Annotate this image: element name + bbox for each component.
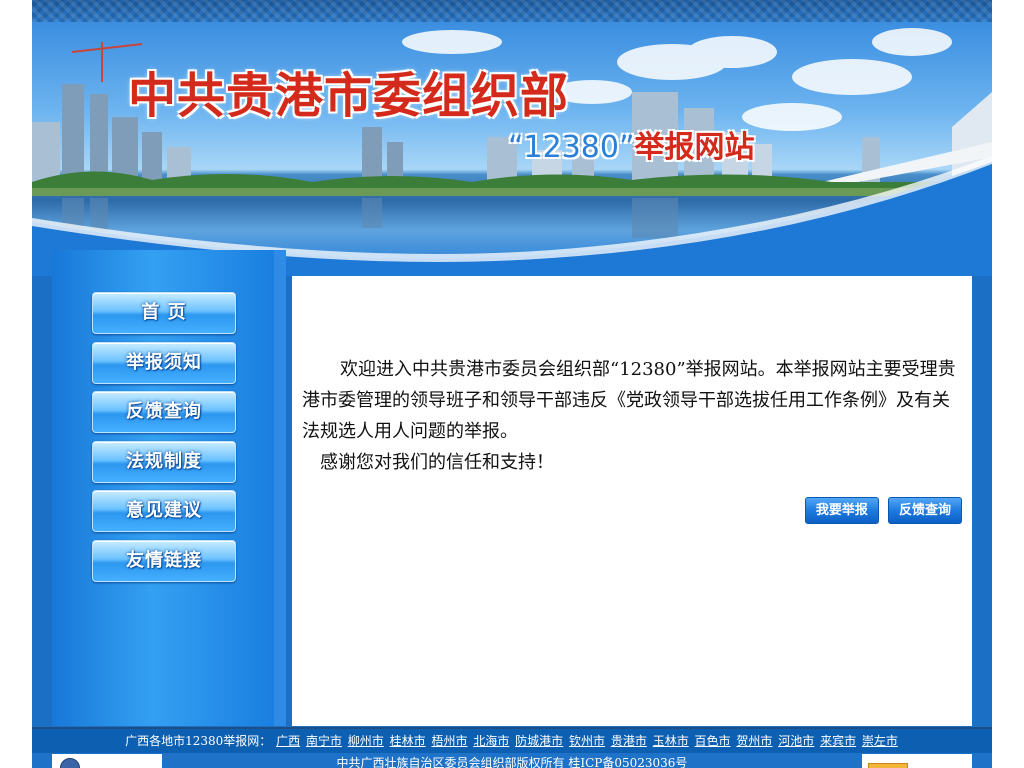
city-link-fangchenggang[interactable]: 防城港市 [515, 734, 563, 748]
city-link-guilin[interactable]: 桂林市 [390, 734, 426, 748]
city-link-nanning[interactable]: 南宁市 [306, 734, 342, 748]
report-button[interactable]: 我要举报 [804, 497, 879, 524]
city-link-hezhou[interactable]: 贺州市 [736, 734, 772, 748]
nav-report-notice-button[interactable]: 举报须知 [92, 342, 236, 384]
city-links-bar: 广西各地市12380举报网： 广西 南宁市 柳州市 桂林市 梧州市 北海市 防城… [32, 727, 992, 753]
city-link-beihai[interactable]: 北海市 [473, 734, 509, 748]
footer-right-badge[interactable] [862, 754, 972, 768]
city-link-guangxi[interactable]: 广西 [276, 734, 300, 748]
site-title: 中共贵港市委组织部 [128, 68, 570, 124]
thanks-paragraph: 感谢您对我们的信任和支持！ [320, 452, 554, 473]
header-banner: 中共贵港市委组织部 “12380”举报网站 [32, 22, 992, 276]
intro-paragraph: 欢迎进入中共贵港市委员会组织部“12380”举报网站。本举报网站主要受理贵港市委… [302, 359, 956, 442]
city-link-chongzuo[interactable]: 崇左市 [862, 734, 898, 748]
site-subtitle-words: 举报网站 [634, 130, 755, 165]
city-link-guigang[interactable]: 贵港市 [611, 734, 647, 748]
decorative-top-strip [32, 0, 992, 23]
nav-friendly-links-button[interactable]: 友情链接 [92, 540, 236, 582]
feedback-query-button[interactable]: 反馈查询 [888, 497, 962, 524]
copyright-text: 中共广西壮族自治区委员会组织部版权所有 桂ICP备05023036号 [336, 756, 688, 768]
city-link-laibin[interactable]: 来宾市 [820, 734, 856, 748]
action-buttons: 我要举报 反馈查询 [801, 497, 962, 524]
city-link-liuzhou[interactable]: 柳州市 [348, 734, 384, 748]
city-link-hechi[interactable]: 河池市 [778, 734, 814, 748]
city-link-baise[interactable]: 百色市 [695, 734, 731, 748]
nav-feedback-query-button[interactable]: 反馈查询 [92, 391, 236, 433]
city-link-qinzhou[interactable]: 钦州市 [569, 734, 605, 748]
main-content: 欢迎进入中共贵港市委员会组织部“12380”举报网站。本举报网站主要受理贵港市委… [292, 276, 972, 726]
verification-badge-icon [868, 763, 908, 768]
site-subtitle: “12380”举报网站 [508, 122, 755, 166]
nav-home-button[interactable]: 首 页 [92, 292, 236, 334]
hotline-number: “12380” [508, 130, 635, 165]
city-link-yulin[interactable]: 玉林市 [653, 734, 689, 748]
left-navigation: 首 页 举报须知 反馈查询 法规制度 意见建议 友情链接 [52, 250, 286, 726]
nav-suggestions-button[interactable]: 意见建议 [92, 490, 236, 532]
page-wrapper: 中共贵港市委组织部 “12380”举报网站 首 页 举报须知 反馈查询 法规制度… [32, 0, 992, 768]
city-links-label: 广西各地市12380举报网： [125, 734, 272, 748]
footer-copyright-bar: 中共广西壮族自治区委员会组织部版权所有 桂ICP备05023036号 [32, 753, 992, 768]
city-link-wuzhou[interactable]: 梧州市 [431, 734, 467, 748]
nav-regulations-button[interactable]: 法规制度 [92, 441, 236, 483]
welcome-text: 欢迎进入中共贵港市委员会组织部“12380”举报网站。本举报网站主要受理贵港市委… [302, 354, 962, 478]
